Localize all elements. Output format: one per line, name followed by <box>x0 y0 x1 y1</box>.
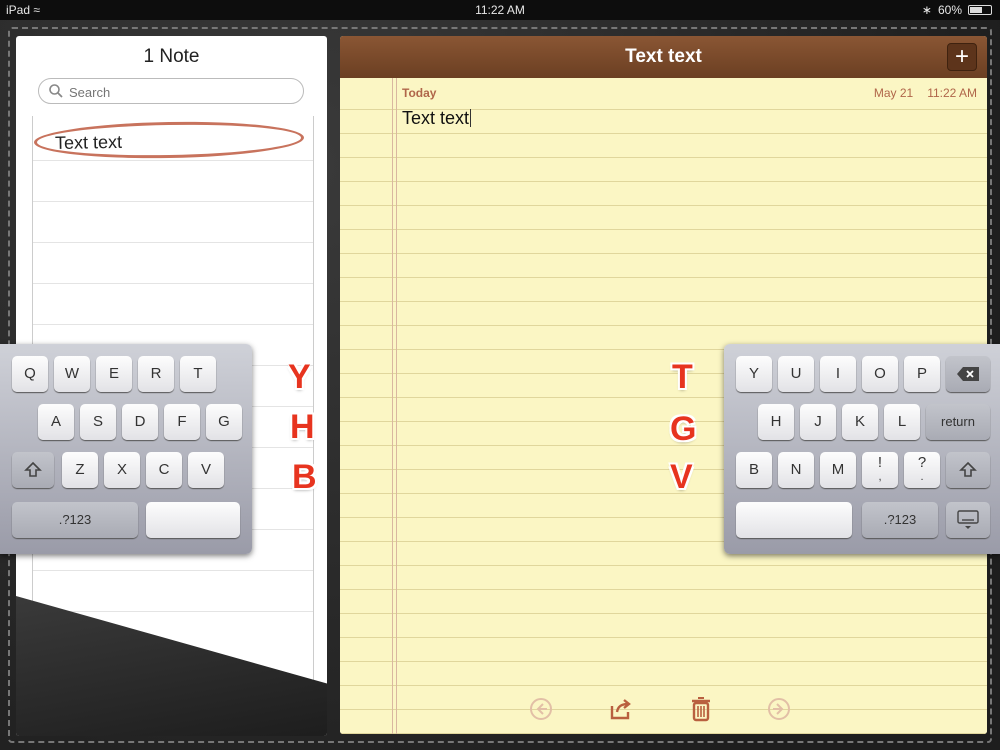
key-k[interactable]: K <box>842 404 878 440</box>
note-body-text: Text text <box>402 108 470 128</box>
note-header: Text text + <box>340 36 987 78</box>
split-keyboard-left: Q W E R T A S D F G Z X C V .?123 <box>0 344 252 554</box>
key-r[interactable]: R <box>138 356 174 392</box>
status-bar: iPad ≈ 11:22 AM ∗ 60% <box>0 0 1000 20</box>
list-item-title: Text text <box>54 131 123 153</box>
key-i[interactable]: I <box>820 356 856 392</box>
text-cursor <box>470 109 472 127</box>
margin-line <box>396 78 397 734</box>
key-u[interactable]: U <box>778 356 814 392</box>
battery-percent: 60% <box>937 3 962 17</box>
back-arrow-icon[interactable] <box>528 696 554 722</box>
key-m[interactable]: M <box>820 452 856 488</box>
key-d[interactable]: D <box>122 404 158 440</box>
key-v[interactable]: V <box>188 452 224 488</box>
numbers-key[interactable]: .?123 <box>12 502 138 538</box>
key-w[interactable]: W <box>54 356 90 392</box>
date-label: Today <box>402 86 437 100</box>
key-n[interactable]: N <box>778 452 814 488</box>
hint-letter-g: G <box>670 410 697 448</box>
key-o[interactable]: O <box>862 356 898 392</box>
key-c[interactable]: C <box>146 452 182 488</box>
row-divider <box>33 283 313 284</box>
note-date: May 21 11:22 AM <box>860 86 977 100</box>
space-key-right[interactable] <box>736 502 852 538</box>
key-question-main: ? <box>917 454 927 471</box>
hint-letter-v: V <box>670 458 693 496</box>
shift-key[interactable] <box>12 452 54 488</box>
bluetooth-icon: ∗ <box>921 3 932 17</box>
share-icon[interactable] <box>608 696 634 722</box>
hint-letter-t: T <box>672 358 693 396</box>
row-divider <box>33 570 313 571</box>
row-divider <box>33 160 313 161</box>
backspace-icon <box>957 367 979 381</box>
key-b[interactable]: B <box>736 452 772 488</box>
shift-key-right[interactable] <box>946 452 990 488</box>
shift-icon <box>24 461 42 477</box>
key-exclaim[interactable]: ! , <box>862 452 898 488</box>
hint-letter-h: H <box>290 408 315 446</box>
key-s[interactable]: S <box>80 404 116 440</box>
key-a[interactable]: A <box>38 404 74 440</box>
key-q[interactable]: Q <box>12 356 48 392</box>
margin-line <box>392 78 393 734</box>
key-l[interactable]: L <box>884 404 920 440</box>
shift-icon <box>959 461 977 477</box>
key-f[interactable]: F <box>164 404 200 440</box>
note-date-time: 11:22 AM <box>927 86 977 100</box>
key-j[interactable]: J <box>800 404 836 440</box>
key-e[interactable]: E <box>96 356 132 392</box>
note-date-day: May 21 <box>873 86 914 100</box>
notes-count-title: 1 Note <box>143 46 200 67</box>
add-note-button[interactable]: + <box>947 43 977 71</box>
key-h[interactable]: H <box>758 404 794 440</box>
key-exclaim-sub: , <box>878 471 882 483</box>
return-key[interactable]: return <box>926 404 990 440</box>
hint-letter-b: B <box>292 458 317 496</box>
battery-icon <box>968 5 992 15</box>
keyboard-icon <box>957 510 979 529</box>
trash-icon[interactable] <box>688 696 714 722</box>
note-body[interactable]: Text text <box>402 108 472 129</box>
delete-key[interactable] <box>946 356 990 392</box>
clock: 11:22 AM <box>475 3 525 17</box>
row-divider <box>33 324 313 325</box>
search-input[interactable] <box>67 82 291 102</box>
row-divider <box>33 201 313 202</box>
note-toolbar <box>340 692 987 728</box>
key-x[interactable]: X <box>104 452 140 488</box>
numbers-key-right[interactable]: .?123 <box>862 502 938 538</box>
space-key-left[interactable] <box>146 502 240 538</box>
split-keyboard-right: Y U I O P H J K L return B N M ! , ? . .… <box>724 344 1000 554</box>
key-p[interactable]: P <box>904 356 940 392</box>
row-divider <box>33 611 313 612</box>
search-icon <box>49 84 63 98</box>
key-y[interactable]: Y <box>736 356 772 392</box>
key-g[interactable]: G <box>206 404 242 440</box>
note-title: Text text <box>625 46 702 67</box>
key-question[interactable]: ? . <box>904 452 940 488</box>
dismiss-keyboard-key[interactable] <box>946 502 990 538</box>
key-t[interactable]: T <box>180 356 216 392</box>
key-question-sub: . <box>920 471 924 483</box>
row-divider <box>33 242 313 243</box>
key-z[interactable]: Z <box>62 452 98 488</box>
forward-arrow-icon[interactable] <box>766 696 792 722</box>
search-field[interactable] <box>38 78 304 104</box>
hint-letter-y: Y <box>288 358 311 396</box>
key-exclaim-main: ! <box>877 454 883 471</box>
status-right: ∗ 60% <box>922 0 992 20</box>
